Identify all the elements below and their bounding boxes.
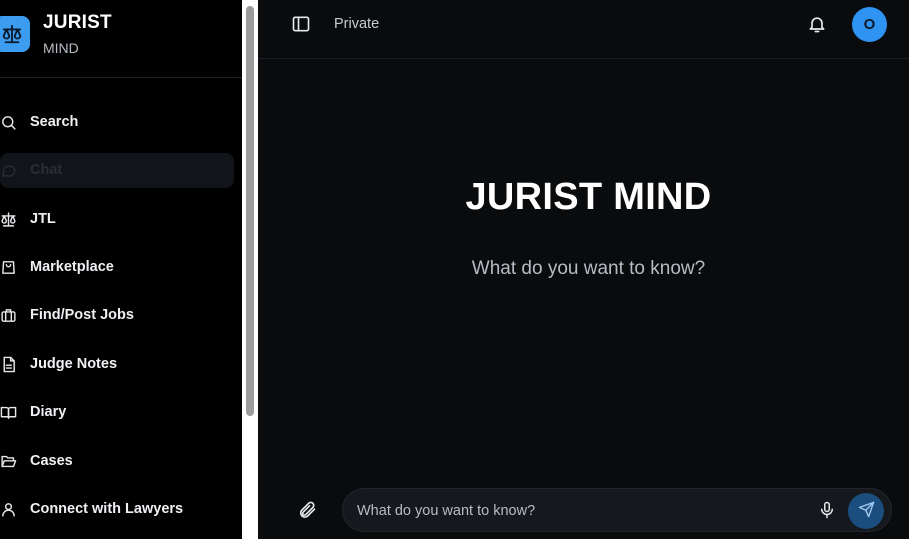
- message-input[interactable]: [357, 499, 797, 523]
- message-composer: [342, 488, 892, 532]
- sidebar-item-label: Search: [30, 114, 79, 130]
- brand-title: JURIST: [43, 12, 112, 33]
- sidebar-item-connect-with-lawyers[interactable]: Connect with Lawyers: [0, 492, 234, 527]
- sidebar-item-marketplace[interactable]: Marketplace: [0, 250, 234, 285]
- sidebar-item-label: Chat: [30, 162, 63, 178]
- sidebar-item-label: Marketplace: [30, 259, 114, 275]
- hero-title: JURIST MIND: [465, 176, 712, 218]
- paperclip-icon[interactable]: [297, 500, 317, 520]
- sidebar-item-label: Judge Notes: [30, 356, 118, 372]
- chat-icon: [0, 162, 17, 179]
- send-button[interactable]: [848, 493, 884, 529]
- chat-title: Private: [334, 16, 380, 32]
- sidebar-item-judge-notes[interactable]: Judge Notes: [0, 347, 234, 382]
- search-icon: [0, 114, 17, 131]
- sidebar-scrollbar[interactable]: [242, 0, 258, 539]
- topbar: Private O: [258, 0, 909, 59]
- main-content: Private O JURIST MIND What do you want t…: [258, 0, 909, 539]
- sidebar-item-find-post-jobs[interactable]: Find/Post Jobs: [0, 298, 234, 333]
- sidebar-item-search[interactable]: Search: [0, 105, 234, 140]
- shopping-bag-icon: [0, 259, 17, 276]
- scales-icon: [0, 211, 17, 228]
- send-icon: [858, 501, 875, 522]
- sidebar-item-cases[interactable]: Cases: [0, 444, 234, 479]
- book-open-icon: [0, 404, 17, 421]
- sidebar-item-label: Diary: [30, 404, 67, 420]
- sidebar: JURIST MIND Search Chat JTL Marketplace …: [0, 0, 242, 539]
- folder-open-icon: [0, 453, 17, 470]
- bell-icon[interactable]: [807, 14, 827, 34]
- avatar[interactable]: O: [852, 7, 887, 42]
- hero-subtitle: What do you want to know?: [471, 258, 706, 279]
- brand-header[interactable]: JURIST MIND: [0, 0, 242, 78]
- sidebar-toggle-icon[interactable]: [291, 14, 311, 34]
- sidebar-item-label: Connect with Lawyers: [30, 501, 184, 517]
- briefcase-icon: [0, 307, 17, 324]
- sidebar-item-label: Cases: [30, 453, 73, 469]
- microphone-icon[interactable]: [818, 501, 836, 519]
- scales-icon: [0, 16, 30, 52]
- sidebar-item-diary[interactable]: Diary: [0, 395, 234, 430]
- sidebar-item-chat[interactable]: Chat: [0, 153, 234, 188]
- user-icon: [0, 501, 17, 518]
- document-icon: [0, 356, 17, 373]
- sidebar-item-label: JTL: [30, 211, 56, 227]
- sidebar-item-jtl[interactable]: JTL: [0, 202, 234, 237]
- sidebar-item-label: Find/Post Jobs: [30, 307, 134, 323]
- brand-subtitle: MIND: [43, 40, 79, 56]
- scrollbar-thumb[interactable]: [246, 6, 254, 416]
